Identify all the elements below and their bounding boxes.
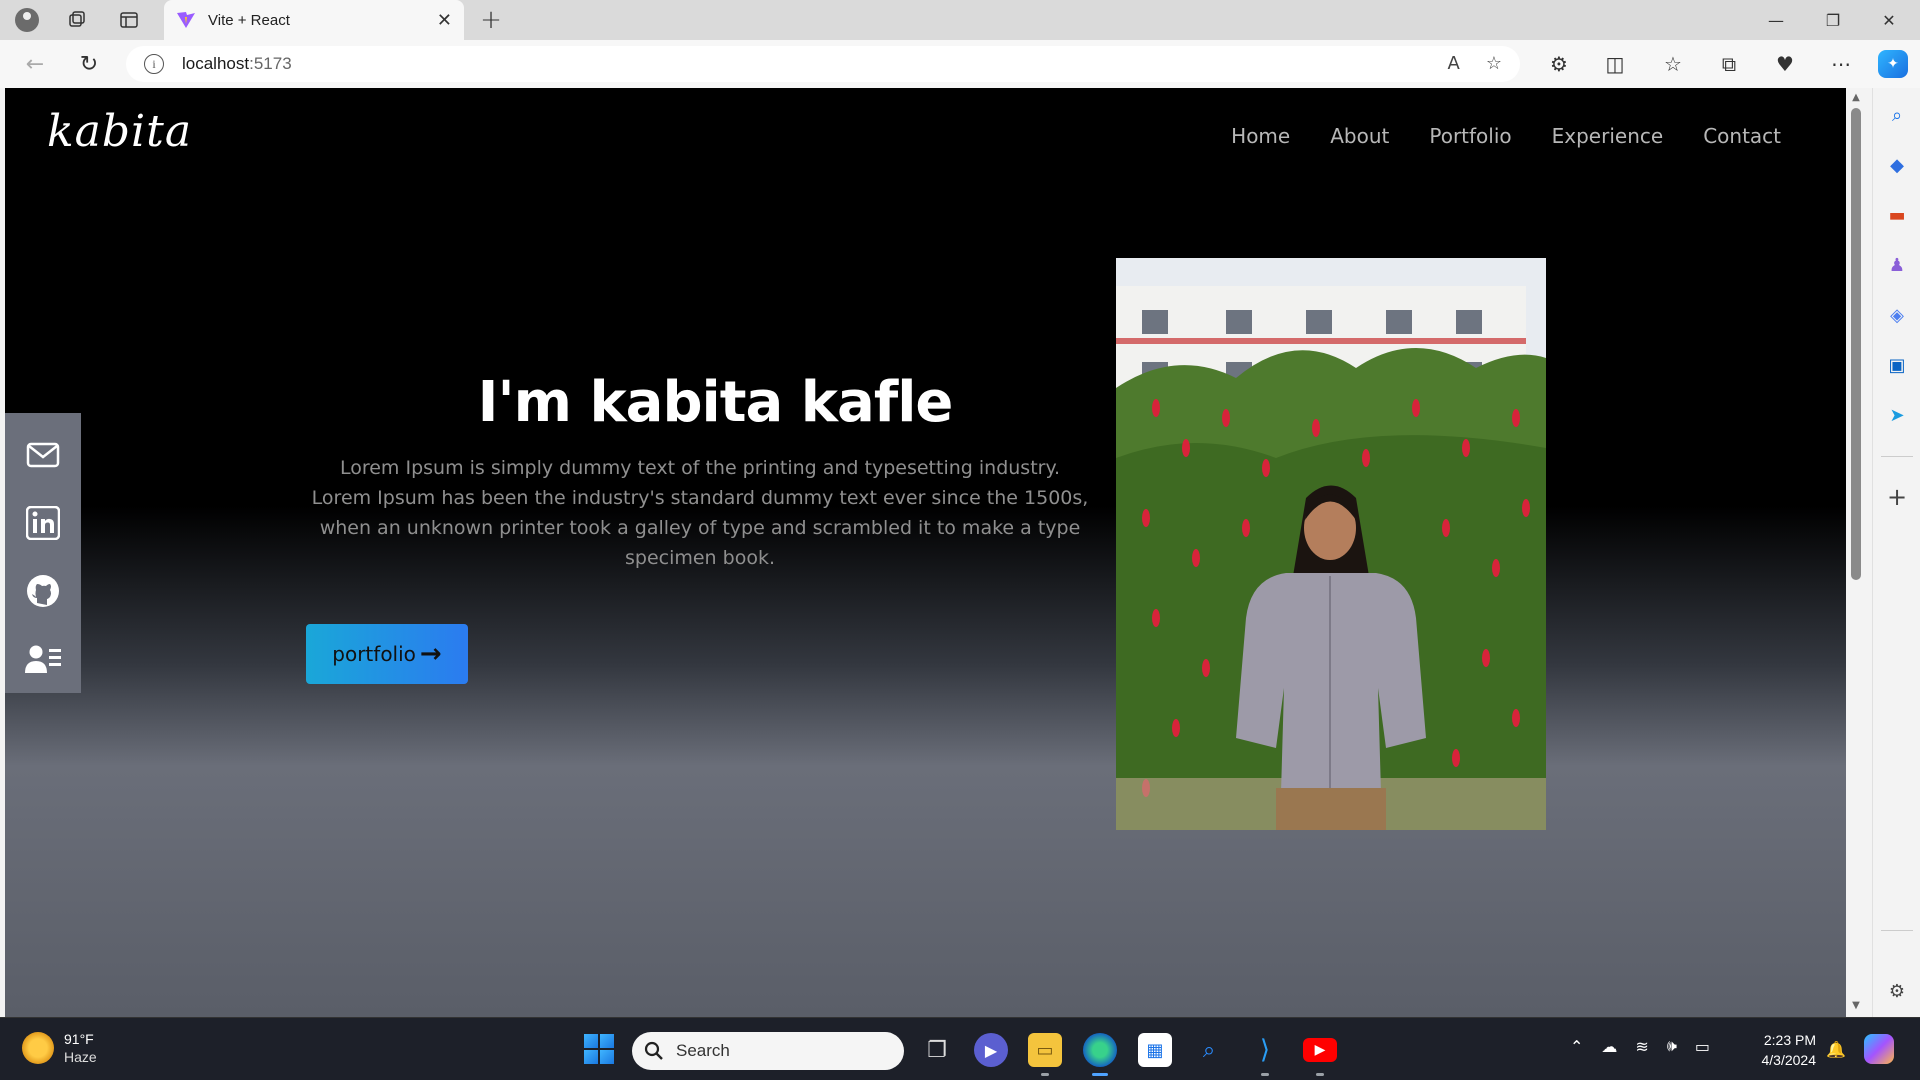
social-links-bar [5, 413, 81, 693]
nav-contact[interactable]: Contact [1703, 124, 1781, 148]
sidebar-office-icon[interactable]: ◈ [1882, 300, 1912, 330]
clock-time: 2:23 PM [1763, 1032, 1816, 1048]
hero-text: Lorem Ipsum is simply dummy text of the … [311, 457, 1089, 569]
taskbar-copilot-icon[interactable] [1864, 1034, 1894, 1064]
arrow-right-icon: → [419, 639, 442, 669]
scrollbar-thumb[interactable] [1851, 108, 1861, 580]
battery-icon[interactable]: ▭ [1695, 1037, 1710, 1056]
tab-close-icon[interactable]: ✕ [437, 10, 452, 31]
new-tab-button[interactable]: + [476, 5, 506, 35]
vite-logo-icon [177, 12, 195, 28]
favorites-icon[interactable]: ☆ [1658, 50, 1688, 78]
edge-sidebar: ⌕ ◆ ▬ ♟ ◈ ▣ ➤ + ⚙ [1872, 88, 1920, 1017]
vscode-icon[interactable]: ⟩ [1248, 1033, 1282, 1067]
restore-icon[interactable]: ❐ [1810, 6, 1856, 34]
sidebar-games-icon[interactable]: ♟ [1882, 250, 1912, 280]
read-aloud-icon[interactable]: A [1448, 53, 1460, 74]
minimize-icon[interactable]: — [1753, 6, 1799, 34]
workspaces-icon[interactable] [62, 6, 92, 34]
search-app-icon[interactable]: ⌕ [1192, 1033, 1226, 1067]
window-close-icon[interactable]: ✕ [1866, 6, 1912, 34]
scroll-up-icon[interactable]: ▲ [1850, 92, 1862, 103]
onedrive-cloud-icon[interactable]: ☁ [1601, 1037, 1617, 1056]
notification-bell-icon[interactable]: 🔔 [1826, 1040, 1846, 1059]
portfolio-button-label: portfolio [332, 642, 416, 666]
taskbar-search[interactable]: Search [632, 1032, 904, 1070]
microsoft-store-icon[interactable]: ▦ [1138, 1033, 1172, 1067]
clock-date: 4/3/2024 [1761, 1052, 1817, 1068]
site-logo[interactable]: kabita [47, 106, 192, 157]
site-info-icon[interactable]: i [144, 54, 164, 74]
profile-icon[interactable] [12, 6, 42, 34]
tab-title: Vite + React [208, 11, 290, 29]
sidebar-outlook-icon[interactable]: ▣ [1882, 350, 1912, 380]
github-icon[interactable] [5, 557, 81, 625]
url-field[interactable]: i localhost:5173 A ☆ [126, 46, 1520, 82]
volume-icon[interactable]: 🕪 [1667, 1036, 1677, 1056]
more-menu-icon[interactable]: ⋯ [1826, 50, 1856, 78]
tab-actions-icon[interactable] [114, 6, 144, 34]
windows-taskbar: 91°F Haze Search ❐ ▶ ▭ ▦ ⌕ ⟩ ▶ ⌃ ☁ ≋ 🕪 ▭… [0, 1017, 1920, 1080]
weather-widget[interactable]: 91°F Haze [22, 1030, 97, 1066]
weather-desc: Haze [64, 1049, 97, 1065]
search-icon [644, 1041, 663, 1060]
extensions-icon[interactable]: ⚙ [1544, 50, 1574, 78]
system-tray: ⌃ ☁ ≋ 🕪 ▭ [1570, 1036, 1710, 1056]
nav-home[interactable]: Home [1231, 124, 1290, 148]
sidebar-divider [1881, 456, 1913, 457]
portfolio-button[interactable]: portfolio → [306, 624, 468, 684]
browser-tab-bar: Vite + React ✕ + — ❐ ✕ [0, 0, 1920, 40]
sidebar-search-icon[interactable]: ⌕ [1882, 100, 1912, 130]
favorite-star-icon[interactable]: ☆ [1486, 53, 1502, 74]
mail-icon[interactable] [5, 421, 81, 489]
start-icon[interactable] [584, 1034, 614, 1064]
nav-portfolio[interactable]: Portfolio [1429, 124, 1511, 148]
profile-photo [1116, 258, 1546, 830]
scroll-down-icon[interactable]: ▼ [1850, 1000, 1862, 1011]
sidebar-settings-icon[interactable]: ⚙ [1882, 976, 1912, 1006]
sidebar-divider-bottom [1881, 930, 1913, 931]
nav-experience[interactable]: Experience [1552, 124, 1664, 148]
weather-haze-icon [22, 1032, 54, 1064]
task-view-icon[interactable]: ❐ [920, 1033, 954, 1067]
teams-chat-icon[interactable]: ▶ [974, 1033, 1008, 1067]
file-explorer-icon[interactable]: ▭ [1028, 1033, 1062, 1067]
url-port: :5173 [249, 54, 292, 73]
search-label: Search [676, 1041, 730, 1060]
tray-chevron-icon[interactable]: ⌃ [1570, 1037, 1583, 1056]
page-viewport: kabita Home About Portfolio Experience C… [5, 88, 1846, 1017]
browser-essentials-icon[interactable]: ♥ [1770, 50, 1800, 78]
edge-browser-icon[interactable] [1083, 1033, 1117, 1067]
site-nav: Home About Portfolio Experience Contact [1231, 124, 1781, 148]
page-scrollbar[interactable]: ▲ ▼ [1846, 88, 1866, 1017]
hero-title: I'm kabita kafle [477, 370, 954, 435]
collections-icon[interactable]: ⧉ [1714, 50, 1744, 78]
sidebar-tools-icon[interactable]: ▬ [1882, 200, 1912, 230]
url-host: localhost [182, 54, 250, 73]
copilot-icon[interactable]: ✦ [1878, 50, 1908, 78]
taskbar-clock[interactable]: 2:23 PM 4/3/2024 [1754, 1030, 1817, 1070]
browser-tab-active[interactable]: Vite + React ✕ [164, 0, 464, 40]
resume-icon[interactable] [5, 625, 81, 693]
sidebar-shopping-icon[interactable]: ◆ [1882, 150, 1912, 180]
address-bar-row: ← ↻ i localhost:5173 A ☆ ⚙ ◫ ☆ ⧉ ♥ ⋯ ✦ [0, 40, 1920, 88]
split-screen-icon[interactable]: ◫ [1600, 50, 1630, 78]
nav-about[interactable]: About [1330, 124, 1389, 148]
youtube-icon[interactable]: ▶ [1303, 1038, 1337, 1062]
refresh-icon[interactable]: ↻ [74, 50, 104, 78]
sidebar-add-icon[interactable]: + [1882, 482, 1912, 512]
weather-temp: 91°F [64, 1031, 94, 1047]
sidebar-send-icon[interactable]: ➤ [1882, 400, 1912, 430]
wifi-icon[interactable]: ≋ [1635, 1037, 1648, 1056]
back-icon[interactable]: ← [20, 50, 50, 78]
linkedin-icon[interactable] [5, 489, 81, 557]
